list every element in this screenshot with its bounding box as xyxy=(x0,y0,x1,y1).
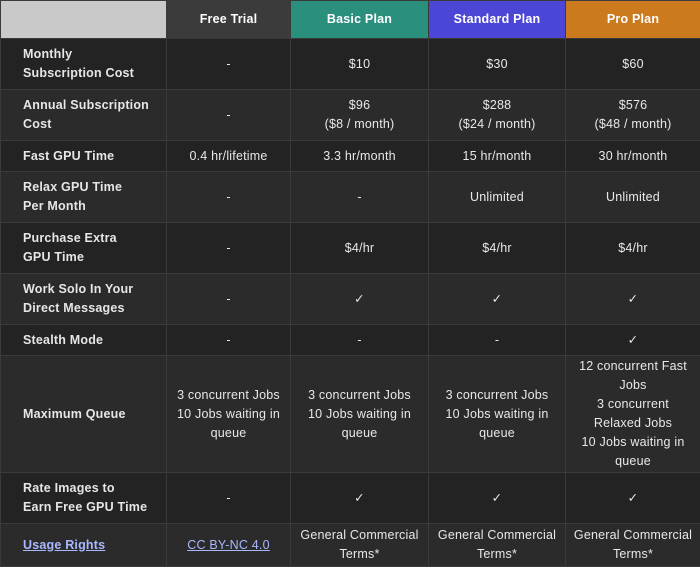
pricing-table: Free Trial Basic Plan Standard Plan Pro … xyxy=(0,0,700,567)
cell-pro: General CommercialTerms* xyxy=(566,524,700,567)
row-rate-images: Rate Images toEarn Free GPU Time - ✓ ✓ ✓ xyxy=(1,473,700,524)
cell-standard: - xyxy=(429,325,566,356)
row-fast-gpu-time: Fast GPU Time 0.4 hr/lifetime 3.3 hr/mon… xyxy=(1,141,700,172)
cell-pro: ✓ xyxy=(566,473,700,524)
row-label: Maximum Queue xyxy=(1,356,167,473)
row-label: Stealth Mode xyxy=(1,325,167,356)
cell-standard: General CommercialTerms* xyxy=(429,524,566,567)
cell-basic: - xyxy=(291,172,429,223)
cell-free-trial: 3 concurrent Jobs10 Jobs waiting inqueue xyxy=(167,356,291,473)
cell-pro: 12 concurrent FastJobs3 concurrentRelaxe… xyxy=(566,356,700,473)
cell-free-trial: CC BY-NC 4.0 xyxy=(167,524,291,567)
row-label: Fast GPU Time xyxy=(1,141,167,172)
row-label: Purchase ExtraGPU Time xyxy=(1,223,167,274)
header-row: Free Trial Basic Plan Standard Plan Pro … xyxy=(1,1,700,39)
cell-free-trial: - xyxy=(167,39,291,90)
cell-pro: 30 hr/month xyxy=(566,141,700,172)
cell-free-trial: - xyxy=(167,274,291,325)
cell-free-trial: 0.4 hr/lifetime xyxy=(167,141,291,172)
cell-standard: $30 xyxy=(429,39,566,90)
license-link[interactable]: CC BY-NC 4.0 xyxy=(187,538,270,552)
cell-basic: $96($8 / month) xyxy=(291,90,429,141)
cell-pro: $60 xyxy=(566,39,700,90)
plan-header-standard: Standard Plan xyxy=(429,1,566,39)
cell-basic: 3.3 hr/month xyxy=(291,141,429,172)
cell-pro: $4/hr xyxy=(566,223,700,274)
cell-basic: $4/hr xyxy=(291,223,429,274)
cell-standard: $288($24 / month) xyxy=(429,90,566,141)
row-label: Work Solo In YourDirect Messages xyxy=(1,274,167,325)
cell-basic: 3 concurrent Jobs10 Jobs waiting inqueue xyxy=(291,356,429,473)
plan-header-free-trial: Free Trial xyxy=(167,1,291,39)
row-maximum-queue: Maximum Queue 3 concurrent Jobs10 Jobs w… xyxy=(1,356,700,473)
cell-standard: Unlimited xyxy=(429,172,566,223)
cell-standard: ✓ xyxy=(429,473,566,524)
row-usage-rights: Usage Rights CC BY-NC 4.0 General Commer… xyxy=(1,524,700,567)
row-label: Rate Images toEarn Free GPU Time xyxy=(1,473,167,524)
cell-standard: 15 hr/month xyxy=(429,141,566,172)
row-label: Annual SubscriptionCost xyxy=(1,90,167,141)
cell-free-trial: - xyxy=(167,90,291,141)
cell-free-trial: - xyxy=(167,172,291,223)
cell-basic: ✓ xyxy=(291,473,429,524)
cell-free-trial: - xyxy=(167,473,291,524)
row-work-solo: Work Solo In YourDirect Messages - ✓ ✓ ✓ xyxy=(1,274,700,325)
cell-pro: ✓ xyxy=(566,274,700,325)
cell-pro: $576($48 / month) xyxy=(566,90,700,141)
cell-basic: General CommercialTerms* xyxy=(291,524,429,567)
row-stealth-mode: Stealth Mode - - - ✓ xyxy=(1,325,700,356)
cell-standard: $4/hr xyxy=(429,223,566,274)
cell-basic: $10 xyxy=(291,39,429,90)
plan-header-basic: Basic Plan xyxy=(291,1,429,39)
row-relax-gpu-time: Relax GPU TimePer Month - - Unlimited Un… xyxy=(1,172,700,223)
row-purchase-extra-gpu: Purchase ExtraGPU Time - $4/hr $4/hr $4/… xyxy=(1,223,700,274)
cell-basic: ✓ xyxy=(291,274,429,325)
row-label: Relax GPU TimePer Month xyxy=(1,172,167,223)
cell-standard: ✓ xyxy=(429,274,566,325)
row-monthly-cost: MonthlySubscription Cost - $10 $30 $60 xyxy=(1,39,700,90)
usage-rights-link[interactable]: Usage Rights xyxy=(23,538,105,552)
plan-header-pro: Pro Plan xyxy=(566,1,700,39)
cell-basic: - xyxy=(291,325,429,356)
row-label: MonthlySubscription Cost xyxy=(1,39,167,90)
cell-free-trial: - xyxy=(167,325,291,356)
cell-standard: 3 concurrent Jobs10 Jobs waiting inqueue xyxy=(429,356,566,473)
row-label-cell: Usage Rights xyxy=(1,524,167,567)
cell-free-trial: - xyxy=(167,223,291,274)
cell-pro: Unlimited xyxy=(566,172,700,223)
row-annual-cost: Annual SubscriptionCost - $96($8 / month… xyxy=(1,90,700,141)
header-corner xyxy=(1,1,167,39)
cell-pro: ✓ xyxy=(566,325,700,356)
